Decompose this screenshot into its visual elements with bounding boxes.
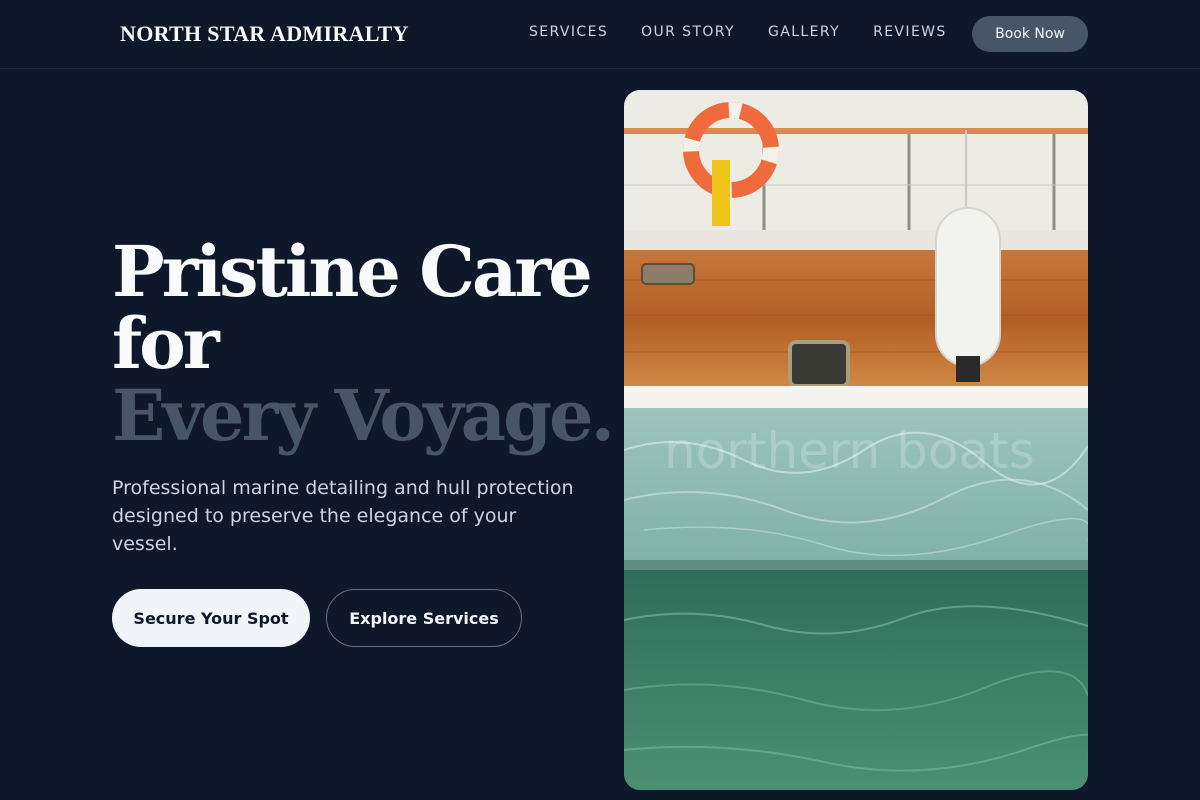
headline-line-2: for	[112, 302, 220, 385]
explore-services-button[interactable]: Explore Services	[326, 589, 522, 647]
secure-your-spot-button[interactable]: Secure Your Spot	[112, 589, 310, 647]
water	[624, 570, 1088, 790]
hero-boat-image: northern boats	[624, 90, 1088, 790]
book-now-button[interactable]: Book Now	[972, 16, 1088, 52]
brand-logo[interactable]: NORTH STAR ADMIRALTY	[120, 21, 409, 47]
headline-line-3: Every Voyage.	[112, 374, 615, 457]
nav-links: SERVICES OUR STORY GALLERY REVIEWS	[529, 24, 947, 40]
porthole	[788, 340, 850, 388]
nav-link-our-story[interactable]: OUR STORY	[641, 24, 735, 40]
image-watermark: northern boats	[664, 422, 1035, 480]
navbar: NORTH STAR ADMIRALTY SERVICES OUR STORY …	[0, 0, 1200, 69]
nav-link-gallery[interactable]: GALLERY	[768, 24, 840, 40]
nav-link-reviews[interactable]: REVIEWS	[873, 24, 947, 40]
headline-line-1: Pristine Care	[112, 230, 593, 313]
hero-subtitle: Professional marine detailing and hull p…	[112, 477, 574, 555]
hero-headline: Pristine Care for Every Voyage.	[112, 230, 615, 457]
nav-link-services[interactable]: SERVICES	[529, 24, 608, 40]
